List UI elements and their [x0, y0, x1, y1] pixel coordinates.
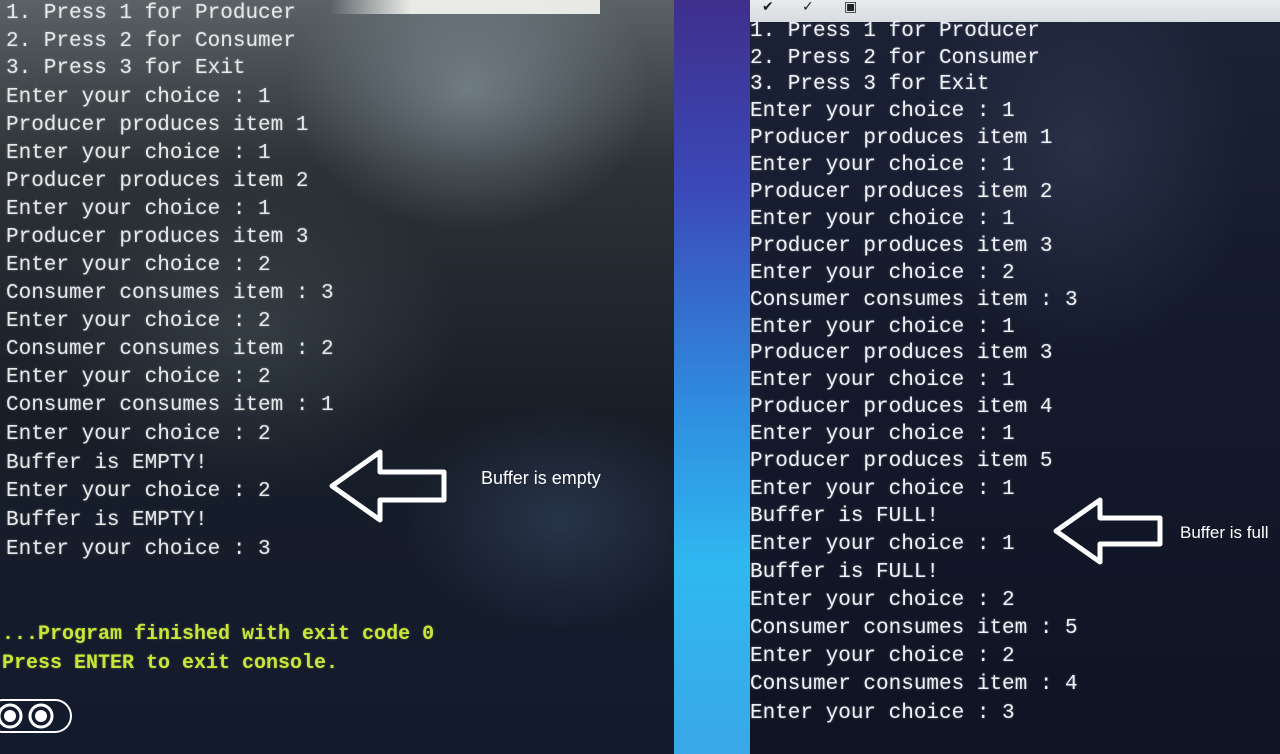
toolbar-check-icon[interactable]: ✓: [802, 0, 814, 14]
console-line: Consumer consumes item : 3: [750, 289, 1078, 312]
left-arrow-icon: [329, 449, 447, 523]
console-line: Producer produces item 3: [750, 235, 1053, 258]
console-line: Consumer consumes item : 3: [6, 282, 334, 305]
console-line: 2. Press 2 for Consumer: [6, 30, 296, 53]
screen-divider: [674, 0, 750, 754]
toolbar-save-icon[interactable]: ▣: [844, 0, 857, 14]
console-line: Consumer consumes item : 1: [6, 394, 334, 417]
console-line: Enter your choice : 1: [6, 86, 271, 109]
console-line: 3. Press 3 for Exit: [750, 73, 990, 96]
program-finished-message: ...Program finished with exit code 0: [2, 623, 435, 646]
console-line: Enter your choice : 2: [750, 262, 1015, 285]
buffer-empty-annotation: Buffer is empty: [481, 468, 601, 488]
console-line: Enter your choice : 1: [750, 423, 1015, 446]
console-line: 1. Press 1 for Producer: [750, 20, 1040, 43]
console-line: Enter your choice : 1: [750, 100, 1015, 123]
buffer-empty-message: Buffer is EMPTY!: [6, 452, 208, 475]
console-line: Producer produces item 5: [750, 450, 1053, 473]
console-line: Consumer consumes item : 2: [6, 338, 334, 361]
console-line: Consumer consumes item : 5: [750, 617, 1078, 640]
console-line: Enter your choice : 2: [6, 310, 271, 333]
console-line: Enter your choice : 1: [750, 208, 1015, 231]
buffer-full-annotation: Buffer is full: [1180, 523, 1269, 542]
console-line: Enter your choice : 2: [750, 589, 1015, 612]
console-line: 2. Press 2 for Consumer: [750, 47, 1040, 70]
left-arrow-icon: [1053, 497, 1163, 565]
console-line: Enter your choice : 1: [750, 154, 1015, 177]
console-line: Enter your choice : 1: [750, 533, 1015, 556]
console-line: Consumer consumes item : 4: [750, 673, 1078, 696]
console-line: Enter your choice : 1: [750, 478, 1015, 501]
console-line: Enter your choice : 2: [6, 366, 271, 389]
console-line: Producer produces item 2: [6, 170, 309, 193]
console-line: Producer produces item 1: [6, 114, 309, 137]
right-console-panel: ✔ ✓ ▣ 1. Press 1 for Producer 2. Press 2…: [750, 0, 1280, 754]
console-line: 1. Press 1 for Producer: [6, 2, 296, 25]
console-line: Enter your choice : 2: [6, 480, 271, 503]
console-line: Producer produces item 4: [750, 396, 1053, 419]
console-line: Enter your choice : 2: [6, 423, 271, 446]
buffer-full-message: Buffer is FULL!: [750, 505, 940, 528]
console-line: 3. Press 3 for Exit: [6, 57, 246, 80]
console-line: Enter your choice : 1: [750, 316, 1015, 339]
console-line: Producer produces item 3: [6, 226, 309, 249]
circle-button-icon: [0, 699, 72, 733]
window-toolbar: ✔ ✓ ▣: [750, 0, 1280, 22]
console-line: Enter your choice : 1: [750, 369, 1015, 392]
console-line: Enter your choice : 1: [6, 142, 271, 165]
console-line: Producer produces item 2: [750, 181, 1053, 204]
left-console-panel: 1. Press 1 for Producer 2. Press 2 for C…: [0, 0, 674, 754]
press-enter-message: Press ENTER to exit console.: [2, 652, 339, 675]
buffer-full-message: Buffer is FULL!: [750, 561, 940, 584]
toolbar-check-icon[interactable]: ✔: [762, 0, 774, 14]
console-line: Producer produces item 3: [750, 342, 1053, 365]
console-line: Enter your choice : 3: [750, 702, 1015, 725]
console-line: Producer produces item 1: [750, 127, 1053, 150]
buffer-empty-message: Buffer is EMPTY!: [6, 509, 208, 532]
console-line: Enter your choice : 2: [750, 645, 1015, 668]
console-line: Enter your choice : 3: [6, 538, 271, 561]
console-line: Enter your choice : 1: [6, 198, 271, 221]
console-line: Enter your choice : 2: [6, 254, 271, 277]
